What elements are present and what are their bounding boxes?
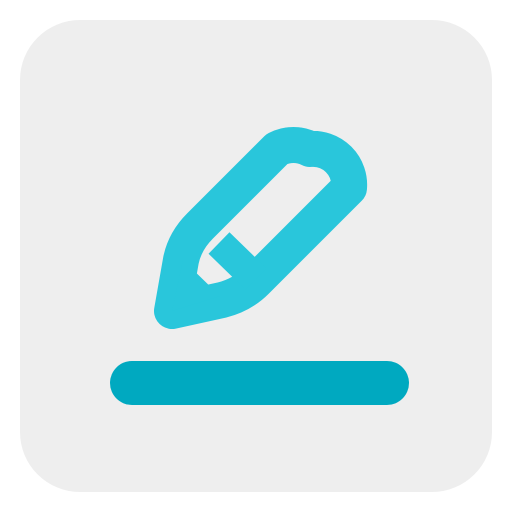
app-tile-background [20,20,492,492]
edit-pencil-icon [110,127,409,405]
pencil-ferrule-line [208,232,267,290]
underline-bar [110,361,409,405]
app-icon[interactable] [0,0,512,512]
